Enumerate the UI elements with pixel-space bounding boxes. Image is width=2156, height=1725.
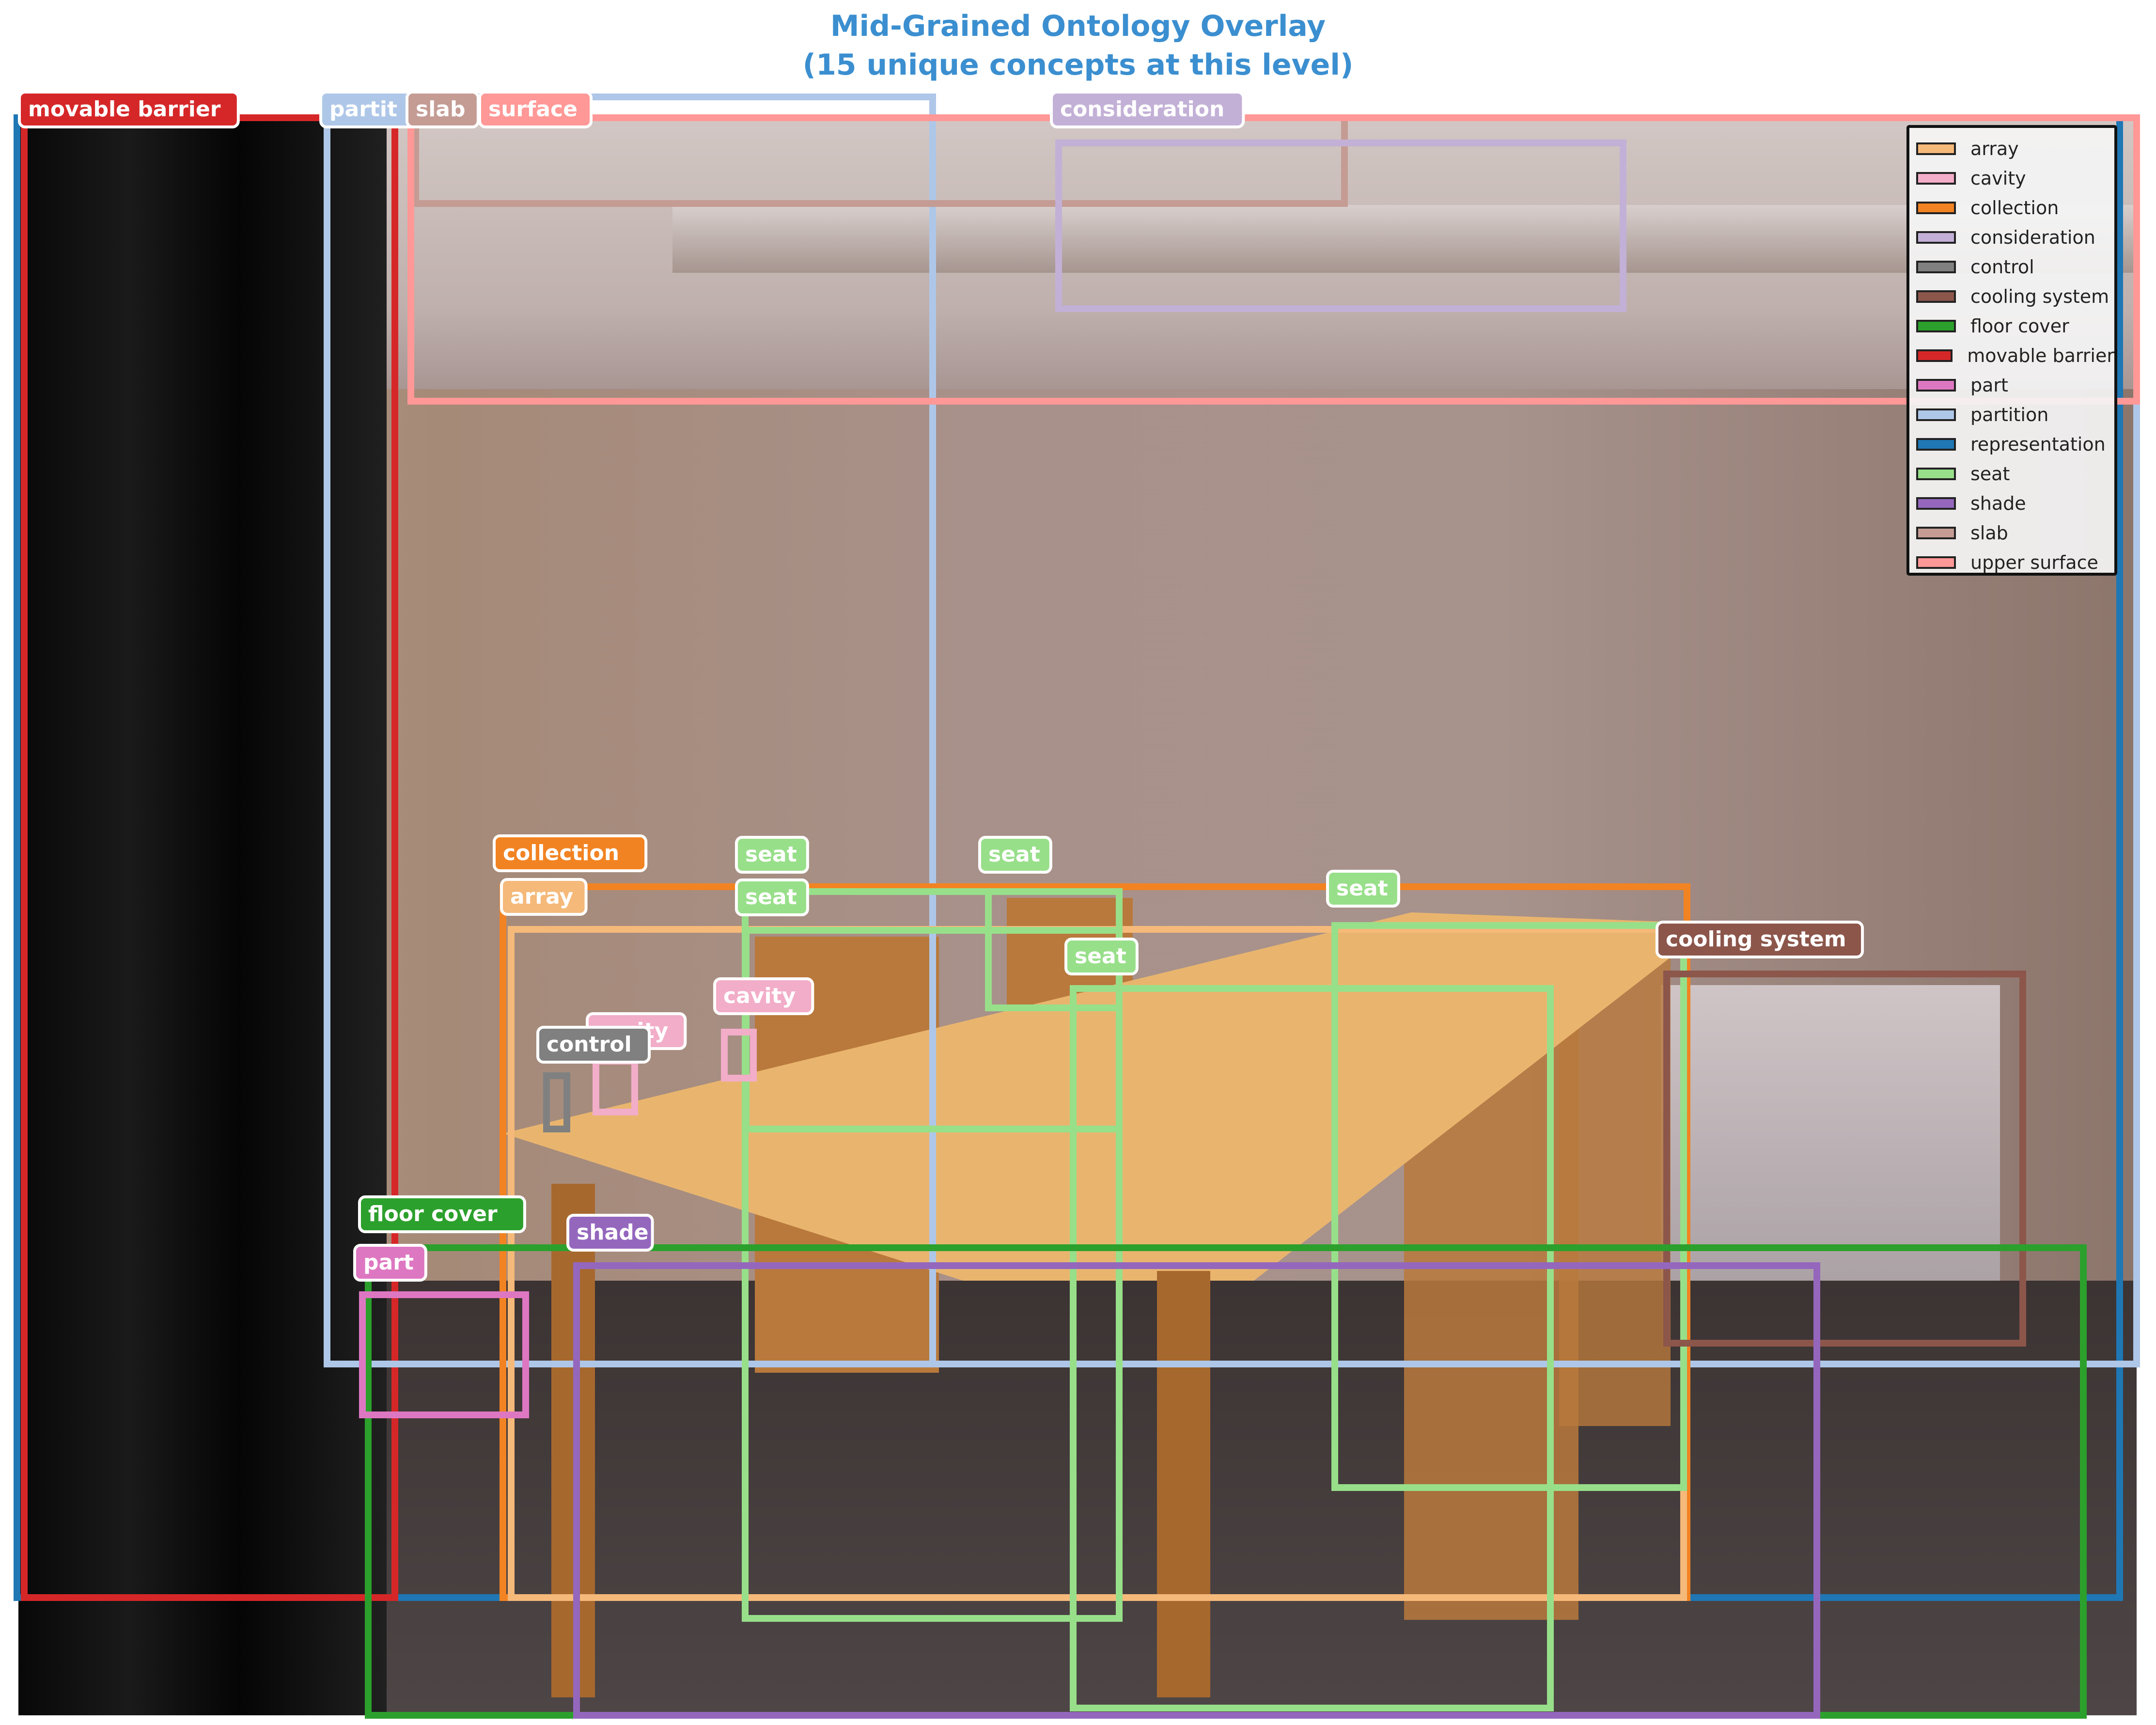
box-label-text: consideration (1060, 97, 1224, 122)
box-label-text: seat (745, 885, 797, 910)
legend-label: movable barrier (1967, 345, 2114, 366)
box-label-text: seat (1336, 876, 1388, 901)
seat-box (1331, 922, 1687, 1491)
consideration-box (1055, 140, 1626, 312)
seat-label: seat (735, 836, 809, 874)
control-label: control (536, 1026, 651, 1064)
legend-swatch (1916, 526, 1956, 539)
legend-label: cavity (1970, 167, 2026, 189)
partition-box (324, 94, 936, 1367)
consideration-label: consideration (1050, 91, 1245, 128)
box-label-text: cavity (723, 984, 796, 1008)
legend-label: upper surface (1970, 551, 2098, 573)
cooling-system-label: cooling system (1656, 921, 1864, 958)
legend-item: cavity (1916, 163, 2114, 193)
legend-swatch (1916, 172, 1956, 185)
box-label-text: array (510, 884, 573, 909)
slab-box (412, 114, 1348, 207)
legend-item: movable barrier (1916, 341, 2114, 370)
part-label: part (353, 1244, 427, 1282)
legend-item: cooling system (1916, 282, 2114, 311)
legend-item: consideration (1916, 222, 2114, 252)
floor-cover-label: floor cover (358, 1195, 526, 1233)
legend-label: collection (1970, 197, 2059, 219)
legend-item: array (1916, 134, 2114, 163)
legend-label: cooling system (1970, 285, 2109, 307)
legend-label: seat (1970, 463, 2010, 485)
floor-cover-box (365, 1244, 2087, 1719)
control-box (543, 1072, 570, 1132)
collection-label: collection (493, 834, 648, 872)
box-label-text: collection (503, 841, 619, 865)
shade-label: shade (566, 1214, 654, 1252)
legend-swatch (1916, 408, 1956, 421)
legend-swatch (1916, 319, 1956, 332)
legend-swatch (1916, 349, 1953, 362)
box-label-text: part (363, 1250, 414, 1275)
legend-swatch (1916, 142, 1956, 155)
legend-label: partition (1970, 404, 2049, 425)
legend-item: control (1916, 252, 2114, 282)
box-label-text: partit (329, 97, 397, 122)
partition-label: partit (319, 91, 421, 128)
legend-swatch (1916, 497, 1956, 510)
legend-label: control (1970, 256, 2034, 278)
cavity-label: cavity (713, 977, 814, 1015)
annotation-overlay: movable barrier partit slab surface consider… (14, 91, 2140, 1719)
cooling-system-box (1663, 971, 2026, 1347)
representation-box (14, 114, 2123, 1601)
box-label-text: floor cover (368, 1202, 498, 1226)
legend-item: upper surface (1916, 548, 2114, 577)
movable-barrier-box (21, 114, 398, 1601)
seat-label: seat (978, 836, 1052, 874)
box-label-text: slab (416, 97, 465, 122)
legend-item: slab (1916, 518, 2114, 548)
seat-label: seat (1064, 938, 1139, 975)
legend-swatch (1916, 438, 1956, 451)
legend-swatch (1916, 231, 1956, 244)
legend-swatch (1916, 260, 1956, 273)
upper-surface-label: surface (478, 91, 593, 128)
box-label-text: control (547, 1032, 632, 1057)
legend-label: floor cover (1970, 315, 2069, 337)
legend-label: representation (1970, 433, 2106, 455)
legend-item: floor cover (1916, 311, 2114, 341)
movable-barrier-label: movable barrier (18, 91, 240, 128)
seat-label: seat (1326, 870, 1400, 908)
box-label-text: seat (1075, 944, 1126, 969)
upper-surface-box (407, 114, 2140, 405)
legend-swatch (1916, 290, 1956, 303)
legend-swatch (1916, 378, 1956, 392)
legend-label: slab (1970, 522, 2008, 544)
legend-label: array (1970, 138, 2019, 159)
cavity-box (593, 1058, 638, 1115)
box-label-text: surface (488, 97, 578, 122)
box-label-text: shade (577, 1220, 649, 1245)
legend-swatch (1916, 201, 1956, 214)
legend-item: seat (1916, 459, 2114, 488)
partition-box (324, 114, 2140, 1367)
slab-label: slab (406, 91, 480, 128)
seat-label: seat (735, 878, 809, 916)
legend-label: part (1970, 374, 2008, 396)
legend-label: shade (1970, 492, 2026, 514)
box-label-text: movable barrier (28, 97, 221, 122)
legend: array cavity collection consideration contro… (1906, 125, 2117, 576)
legend-item: shade (1916, 488, 2114, 518)
legend-item: part (1916, 370, 2114, 400)
legend-label: consideration (1970, 226, 2095, 248)
box-label-text: seat (988, 842, 1040, 867)
legend-item: partition (1916, 400, 2114, 429)
array-label: array (500, 878, 588, 916)
legend-swatch (1916, 467, 1956, 480)
box-label-text: seat (745, 842, 797, 867)
legend-item: collection (1916, 193, 2114, 222)
legend-swatch (1916, 556, 1956, 569)
legend-item: representation (1916, 429, 2114, 459)
box-label-text: cooling system (1666, 927, 1846, 952)
